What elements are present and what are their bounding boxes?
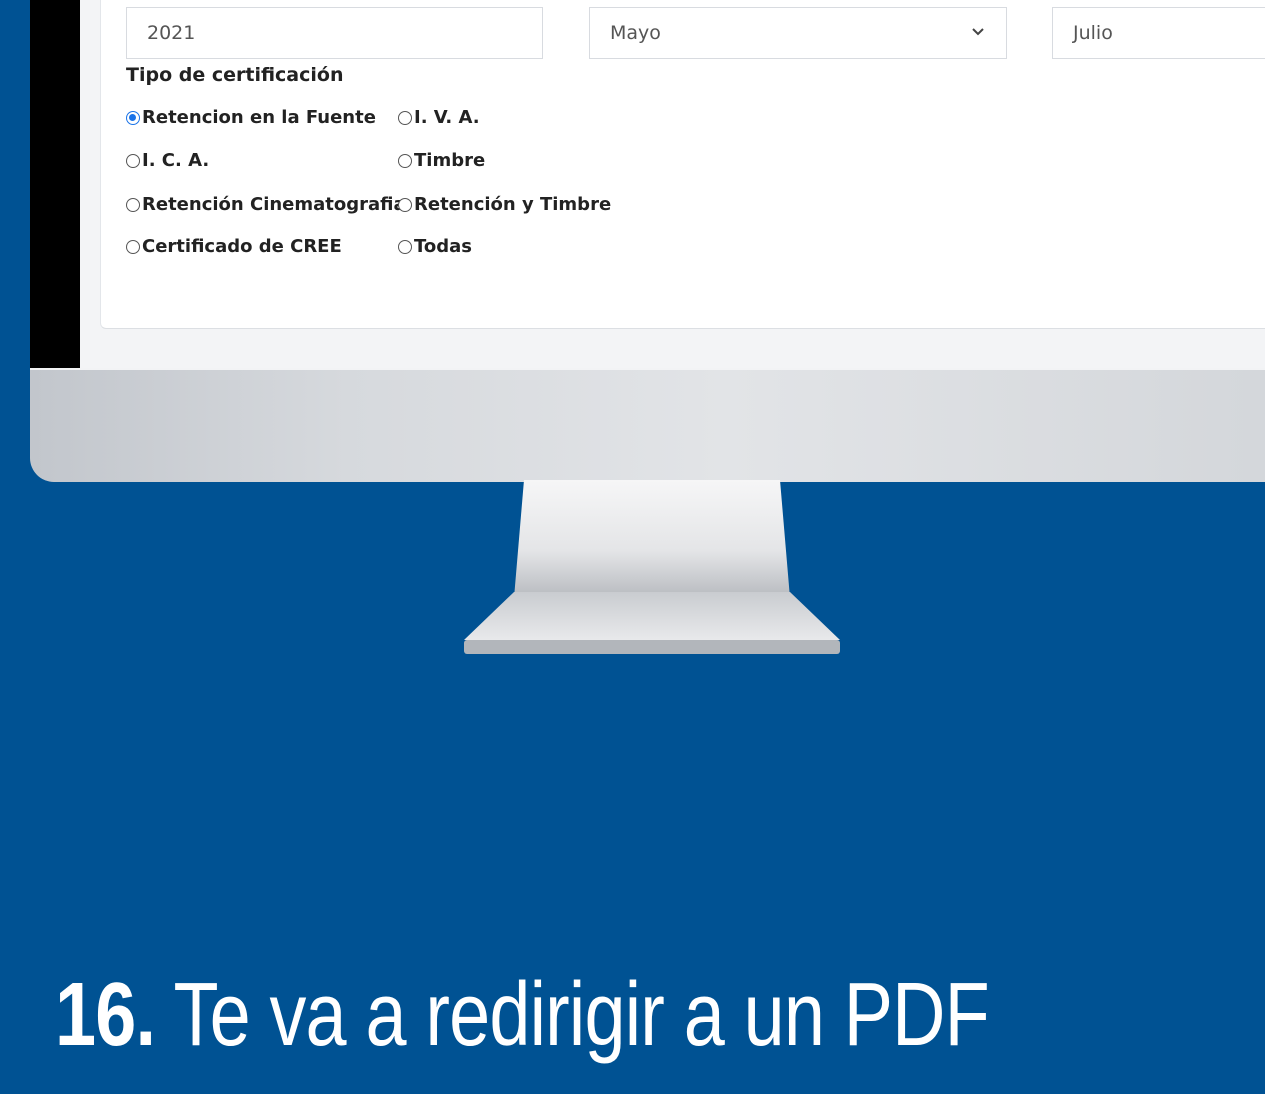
radio-button[interactable] — [398, 110, 412, 125]
radio-button[interactable] — [126, 239, 140, 254]
certification-type-title: Tipo de certificación — [126, 64, 344, 86]
radio-label: I. C. A. — [142, 150, 210, 171]
monitor-stand — [464, 480, 840, 654]
radio-label: Todas — [414, 236, 472, 257]
end-month-value: Julio — [1073, 22, 1113, 44]
start-month-value: Mayo — [610, 22, 661, 44]
radio-option-ica[interactable]: I. C. A. — [126, 150, 209, 171]
radio-label: Certificado de CREE — [142, 236, 342, 257]
chevron-down-icon — [972, 28, 984, 36]
certification-form-card: 2021 Mayo Julio Tipo de certificación Re… — [100, 0, 1265, 329]
step-number: 16. — [55, 965, 156, 1065]
year-input[interactable]: 2021 — [126, 7, 543, 59]
radio-label: Retencion en la Fuente — [142, 107, 376, 128]
radio-label: I. V. A. — [414, 107, 480, 128]
radio-button-checked[interactable] — [126, 110, 140, 125]
radio-option-retencion-cinematografia[interactable]: Retención Cinematografia — [126, 194, 406, 215]
radio-label: Retención y Timbre — [414, 194, 612, 215]
monitor-chin — [30, 368, 1265, 482]
radio-button[interactable] — [126, 153, 140, 168]
radio-option-todas[interactable]: Todas — [398, 236, 472, 257]
radio-button[interactable] — [398, 153, 412, 168]
monitor-screen: 2021 Mayo Julio Tipo de certificación Re… — [80, 0, 1265, 368]
radio-label: Retención Cinematografia — [142, 194, 406, 215]
start-month-select[interactable]: Mayo — [589, 7, 1007, 59]
radio-option-iva[interactable]: I. V. A. — [398, 107, 480, 128]
radio-option-timbre[interactable]: Timbre — [398, 150, 485, 171]
radio-option-retencion-timbre[interactable]: Retención y Timbre — [398, 194, 611, 215]
radio-label: Timbre — [414, 150, 486, 171]
radio-button[interactable] — [398, 239, 412, 254]
step-caption: 16. Te va a redirigir a un PDF — [55, 964, 990, 1067]
radio-button[interactable] — [398, 197, 412, 212]
radio-option-certificado-cree[interactable]: Certificado de CREE — [126, 236, 342, 257]
step-text: Te va a redirigir a un PDF — [155, 965, 989, 1065]
year-value: 2021 — [147, 22, 196, 44]
radio-button[interactable] — [126, 197, 140, 212]
end-month-select[interactable]: Julio — [1052, 7, 1265, 59]
radio-option-retencion-fuente[interactable]: Retencion en la Fuente — [126, 107, 376, 128]
